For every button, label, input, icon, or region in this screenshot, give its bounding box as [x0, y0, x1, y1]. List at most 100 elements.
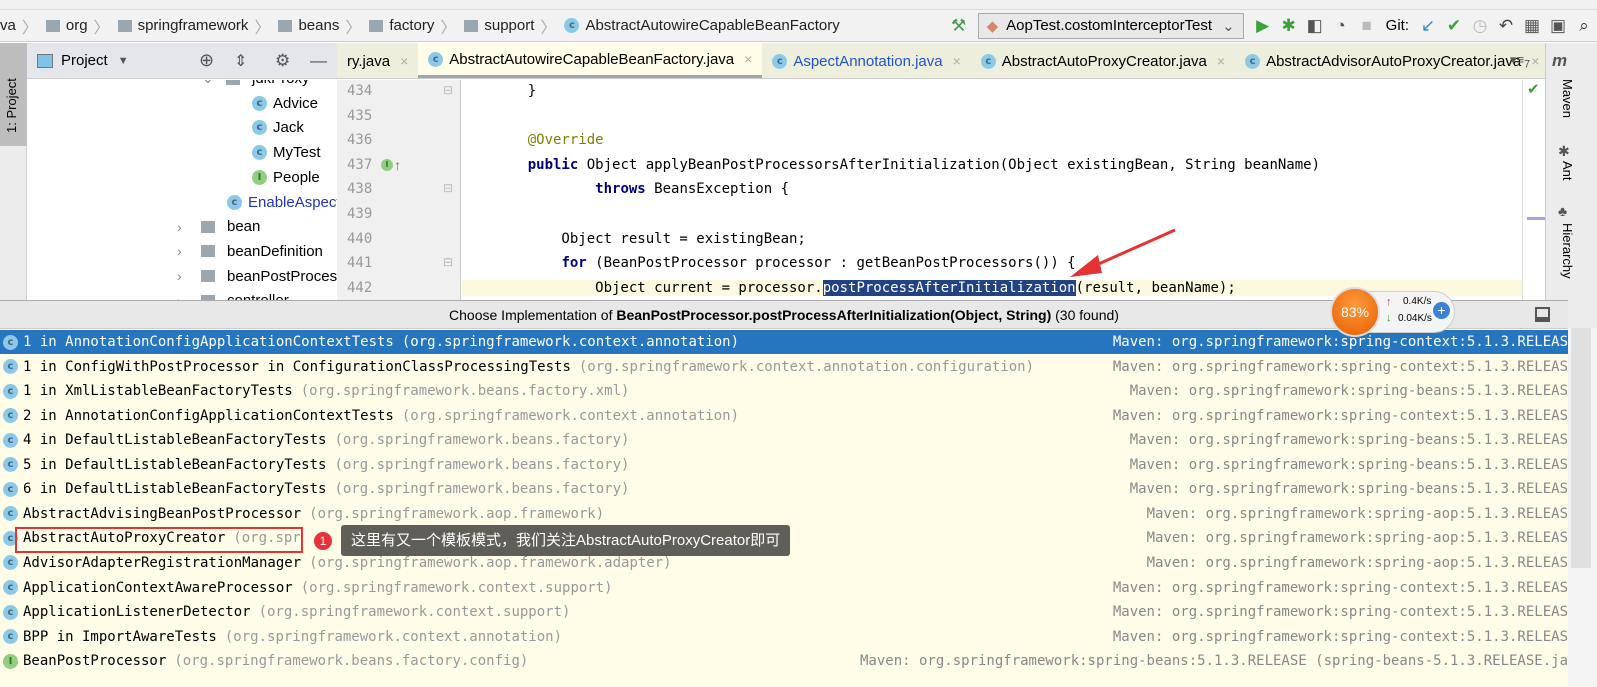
navigation-bar: va 〉 org 〉 springframework 〉 beans 〉 factory 〉 sup…	[0, 10, 1597, 42]
class-icon: c	[227, 194, 242, 210]
breadcrumb-item[interactable]: va 〉	[0, 14, 38, 38]
maven-tool-tab[interactable]: Maven	[1560, 79, 1575, 118]
tab-label: ry.java	[347, 52, 391, 70]
git-rollback-icon[interactable]: ↶	[1493, 13, 1519, 39]
item-library: Maven: org.springframework:spring-beans:…	[1129, 432, 1568, 449]
chevron-down-icon[interactable]: ⌄	[202, 80, 216, 87]
coverage-icon[interactable]: ◧	[1302, 13, 1328, 39]
item-name: 4 in DefaultListableBeanFactoryTests	[23, 432, 327, 449]
breadcrumb-label: support	[484, 17, 535, 34]
search-icon[interactable]: ⌕	[1571, 13, 1597, 39]
chevron-right-icon[interactable]: ›	[177, 293, 191, 300]
chevron-right-icon[interactable]: ›	[177, 219, 191, 235]
gear-icon[interactable]: ⚙	[275, 51, 290, 71]
breadcrumb-item[interactable]: support 〉	[460, 14, 556, 38]
chevron-right-icon[interactable]: ›	[177, 268, 191, 284]
popup-scrollbar-thumb[interactable]	[1571, 328, 1591, 568]
item-library: Maven: org.springframework:spring-beans:…	[1129, 456, 1568, 473]
class-icon: c	[3, 580, 18, 595]
tab-abstractautowirecapablebeanfactory-java[interactable]: c AbstractAutowireCapableBeanFactory.java…	[418, 43, 763, 78]
chevron-down-icon[interactable]: ▼	[118, 55, 129, 67]
tree-node[interactable]: c Advice	[252, 95, 318, 112]
tree-node[interactable]: c MyTest	[252, 144, 321, 161]
tab-ry-java[interactable]: ry.java ×	[337, 43, 419, 78]
implementation-item[interactable]: c 2 in AnnotationConfigApplicationContext…	[0, 404, 1568, 428]
tab-abstractautoproxycreator-java[interactable]: c AbstractAutoProxyCreator.java ×	[970, 43, 1236, 78]
close-icon[interactable]: ×	[744, 51, 752, 67]
chevron-right-icon[interactable]: ›	[177, 243, 191, 259]
tree-node[interactable]: c EnableAspect	[227, 194, 337, 211]
run-icon[interactable]: ▶	[1250, 13, 1276, 39]
item-library: Maven: org.springframework:spring-contex…	[1112, 579, 1568, 596]
tree-node-label: People	[273, 168, 320, 186]
git-commit-icon[interactable]: ✔	[1441, 13, 1467, 39]
tabs-overflow-button[interactable]: ▾≡7	[1510, 52, 1530, 71]
breadcrumb-item[interactable]: c AbstractAutowireCapableBeanFactory	[560, 17, 840, 34]
implementation-item[interactable]: c 6 in DefaultListableBeanFactoryTests (or…	[0, 477, 1568, 501]
breadcrumb-item[interactable]: factory 〉	[365, 14, 456, 38]
debug-icon[interactable]: ✱	[1276, 13, 1302, 39]
profile-icon[interactable]: ◔	[1328, 13, 1354, 39]
code-editor[interactable]: } @Override public Object applyBeanPostP…	[462, 80, 1522, 300]
breadcrumb-item[interactable]: org 〉	[42, 14, 110, 38]
stripe-marker[interactable]	[1527, 217, 1547, 220]
folder-icon	[117, 19, 132, 32]
tab-aspectannotation-java[interactable]: c AspectAnnotation.java ×	[762, 43, 971, 78]
run-config-icon: ◆	[986, 17, 999, 35]
build-hammer-icon[interactable]: ⚒	[946, 13, 972, 39]
collapse-all-icon[interactable]: ⇕	[234, 51, 247, 71]
terminal-icon[interactable]: ▣	[1545, 13, 1571, 39]
implementation-item[interactable]: I BeanPostProcessor (org.springframework.b…	[0, 649, 1568, 673]
tree-node[interactable]: › beanDefinition	[177, 243, 323, 260]
fold-icon[interactable]: ⊟	[443, 255, 453, 269]
close-icon[interactable]: ×	[1531, 53, 1539, 69]
implementation-item[interactable]: c 1 in AnnotationConfigApplicationContext…	[0, 330, 1568, 354]
class-icon: c	[772, 53, 788, 69]
implementation-item[interactable]: c BPP in ImportAwareTests (org.springframe…	[0, 625, 1568, 649]
title-bar	[0, 0, 1597, 10]
class-icon: c	[1245, 53, 1261, 69]
tree-node[interactable]: › controller	[177, 292, 289, 300]
tree-node[interactable]: › bean	[177, 218, 260, 235]
project-structure-icon[interactable]: ▦	[1519, 13, 1545, 39]
hide-icon[interactable]: —	[310, 51, 327, 71]
close-icon[interactable]: ×	[400, 53, 408, 69]
project-view-selector[interactable]: Project	[61, 52, 108, 69]
implementation-item[interactable]: c AbstractAdvisingBeanPostProcessor (org.s…	[0, 502, 1568, 526]
git-history-icon[interactable]: ◷	[1467, 13, 1493, 39]
git-update-icon[interactable]: ↙	[1415, 13, 1441, 39]
item-library: Maven: org.springframework:spring-contex…	[1112, 334, 1568, 350]
stop-icon[interactable]: ■	[1354, 13, 1380, 39]
breadcrumb-item[interactable]: beans 〉	[274, 14, 361, 38]
tree-node[interactable]: I People	[252, 169, 320, 186]
implementation-item[interactable]: c 5 in DefaultListableBeanFactoryTests (or…	[0, 453, 1568, 477]
plus-icon[interactable]: +	[1433, 302, 1450, 319]
hierarchy-tool-tab[interactable]: Hierarchy	[1560, 223, 1575, 279]
pin-window-icon[interactable]	[1535, 307, 1550, 322]
check-icon: ✔	[1527, 81, 1540, 98]
run-config-dropdown[interactable]: ◆ AopTest.costomInterceptorTest ⌄	[977, 12, 1244, 39]
chevron-right-icon: 〉	[21, 19, 38, 37]
implementation-item[interactable]: c 4 in DefaultListableBeanFactoryTests (or…	[0, 428, 1568, 452]
fold-icon[interactable]: ⊟	[443, 83, 453, 97]
tree-node[interactable]: c Jack	[252, 119, 304, 136]
implementation-item[interactable]: c ApplicationContextAwareProcessor (org.sp…	[0, 576, 1568, 600]
fold-icon[interactable]: ⊟	[443, 181, 453, 195]
tree-node[interactable]: › beanPostProcess	[177, 268, 337, 285]
code-line: }	[494, 83, 537, 99]
close-icon[interactable]: ×	[1217, 53, 1225, 69]
project-tool-tab[interactable]: 1: Project	[0, 43, 27, 146]
close-icon[interactable]: ×	[953, 53, 961, 69]
item-name: 6 in DefaultListableBeanFactoryTests	[23, 481, 327, 498]
tree-node-label: beanDefinition	[227, 242, 323, 260]
implementation-item[interactable]: c 1 in XmlListableBeanFactoryTests (org.sp…	[0, 379, 1568, 403]
tab-abstractadvisorautoproxycreator-java[interactable]: c AbstractAdvisorAutoProxyCreator.java ×	[1235, 43, 1545, 78]
item-package: (org.springframework.context.annotation)	[224, 628, 563, 645]
tree-node[interactable]: ⌄ jdkProxy	[202, 80, 310, 87]
implementation-item[interactable]: c ApplicationListenerDetector (org.springf…	[0, 600, 1568, 624]
breadcrumb-item[interactable]: springframework 〉	[114, 14, 270, 38]
ant-tool-tab[interactable]: Ant	[1560, 161, 1575, 181]
implementation-item[interactable]: c 1 in ConfigWithPostProcessor in Configu…	[0, 355, 1568, 379]
locate-icon[interactable]: ⊕	[199, 50, 214, 71]
implements-marker-icon[interactable]: I	[381, 158, 393, 171]
